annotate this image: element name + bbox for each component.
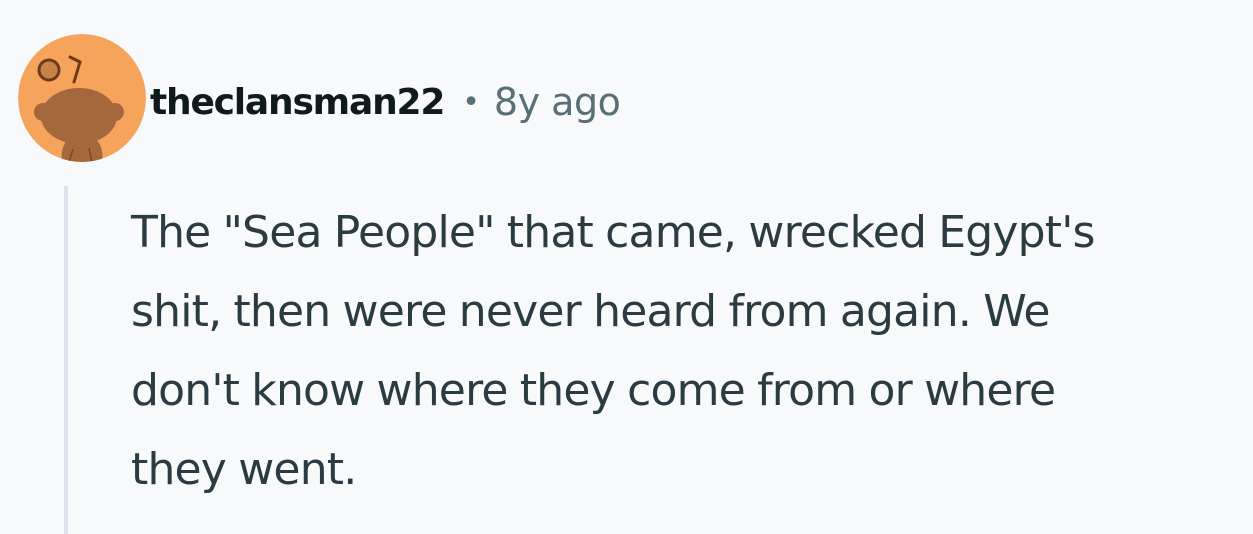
timestamp[interactable]: 8y ago bbox=[494, 80, 621, 124]
comment-body: The "Sea People" that came, wrecked Egyp… bbox=[131, 193, 1241, 509]
user-avatar[interactable] bbox=[18, 34, 146, 162]
comment-body-line: don't know where they come from or where bbox=[131, 365, 1056, 416]
meta-separator: • bbox=[462, 84, 480, 120]
comment-body-line: The "Sea People" that came, wrecked Egyp… bbox=[131, 207, 1095, 258]
comment: theclansman22 • 8y ago The "Sea People" … bbox=[0, 0, 1253, 534]
comment-body-line: they went. bbox=[131, 444, 357, 495]
thread-line[interactable] bbox=[64, 186, 68, 534]
comment-meta: theclansman22 • 8y ago bbox=[150, 76, 621, 128]
comment-body-line: shit, then were never heard from again. … bbox=[131, 286, 1050, 337]
snoo-avatar-icon bbox=[18, 34, 146, 162]
username-link[interactable]: theclansman22 bbox=[150, 82, 445, 123]
